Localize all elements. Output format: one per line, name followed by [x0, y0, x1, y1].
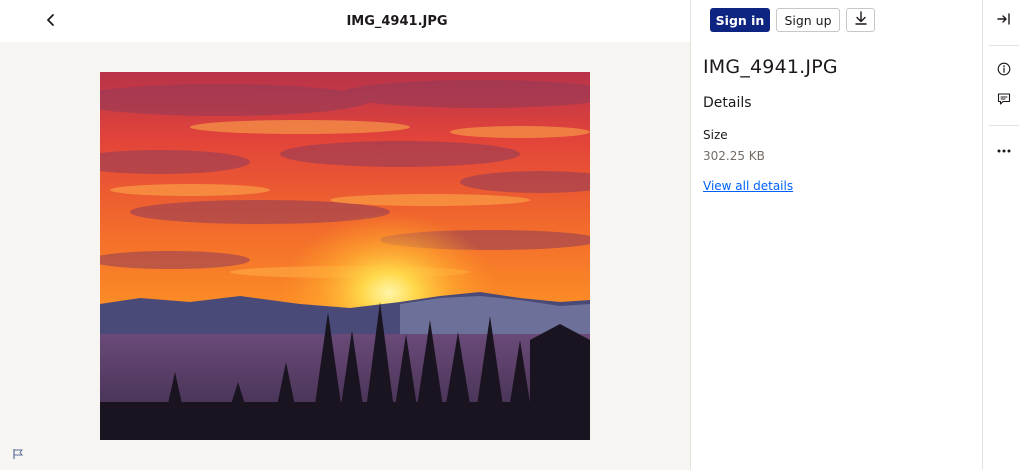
size-value: 302.25 KB: [703, 149, 765, 163]
comment-icon: [997, 91, 1011, 110]
more-icon: [997, 138, 1011, 157]
comments-button[interactable]: [992, 88, 1016, 112]
info-button[interactable]: [992, 58, 1016, 82]
size-label: Size: [703, 128, 728, 142]
image-viewer: [0, 0, 690, 470]
file-preview-app: IMG_4941.JPG Sign in Sign up IMG_4941.JP…: [0, 0, 1024, 470]
download-button[interactable]: [846, 8, 875, 32]
download-icon: [854, 10, 868, 30]
details-file-name: IMG_4941.JPG: [703, 56, 838, 78]
sign-in-button[interactable]: Sign in: [710, 8, 770, 32]
file-name-title: IMG_4941.JPG: [346, 13, 448, 29]
rail-divider: [989, 125, 1019, 126]
flag-icon[interactable]: [10, 446, 26, 462]
sign-up-button[interactable]: Sign up: [776, 8, 840, 32]
more-options-button[interactable]: [992, 135, 1016, 159]
collapse-panel-icon: [997, 11, 1011, 30]
image-preview: [100, 72, 590, 440]
rail-divider: [989, 45, 1019, 46]
view-all-details-link[interactable]: View all details: [703, 179, 793, 193]
collapse-panel-button[interactable]: [992, 8, 1016, 32]
info-icon: [997, 61, 1011, 80]
details-heading: Details: [703, 95, 752, 111]
